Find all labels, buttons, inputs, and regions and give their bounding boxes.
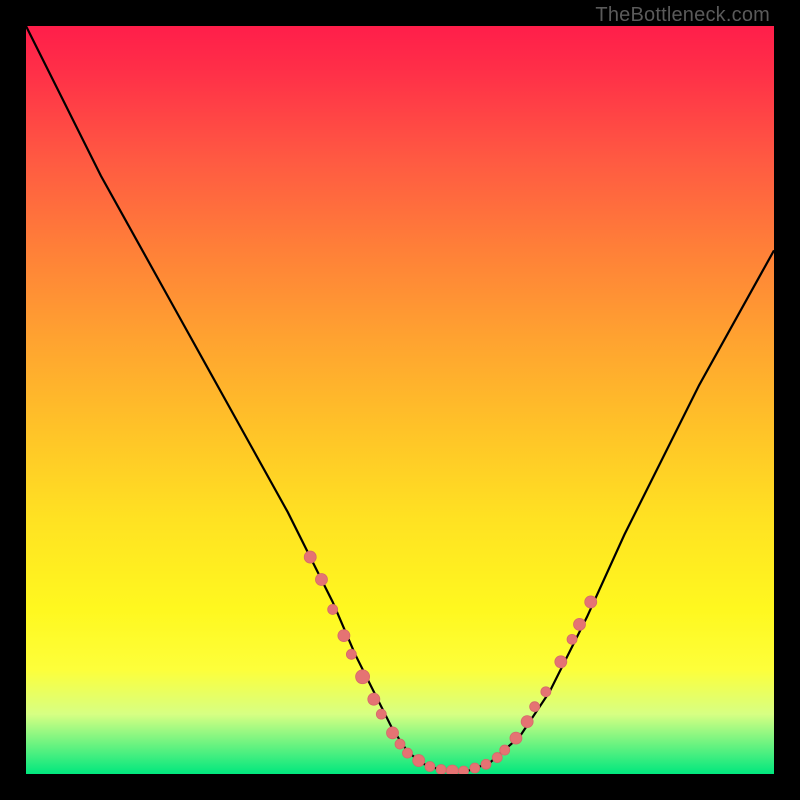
curve-marker [346, 649, 356, 659]
bottleneck-curve [26, 26, 774, 771]
curve-marker [574, 618, 586, 630]
curve-marker [585, 596, 597, 608]
curve-marker [413, 755, 425, 767]
curve-marker [530, 702, 540, 712]
curve-marker [368, 693, 380, 705]
curve-svg [26, 26, 774, 774]
curve-marker [436, 765, 446, 774]
curve-marker [459, 766, 469, 774]
curve-marker [555, 656, 567, 668]
curve-marker [470, 763, 480, 773]
curve-marker [446, 765, 458, 774]
curve-marker [315, 574, 327, 586]
plot-area [26, 26, 774, 774]
curve-marker [328, 604, 338, 614]
curve-marker [481, 759, 491, 769]
curve-marker [510, 732, 522, 744]
attribution-text: TheBottleneck.com [595, 4, 770, 27]
curve-markers [304, 551, 597, 774]
curve-marker [402, 748, 412, 758]
curve-marker [338, 630, 350, 642]
curve-marker [500, 745, 510, 755]
curve-marker [521, 716, 533, 728]
curve-marker [541, 687, 551, 697]
curve-marker [567, 634, 577, 644]
curve-marker [356, 670, 370, 684]
curve-marker [425, 762, 435, 772]
curve-marker [387, 727, 399, 739]
curve-marker [376, 709, 386, 719]
curve-marker [492, 753, 502, 763]
curve-marker [304, 551, 316, 563]
chart-frame: TheBottleneck.com [0, 0, 800, 800]
curve-marker [395, 739, 405, 749]
